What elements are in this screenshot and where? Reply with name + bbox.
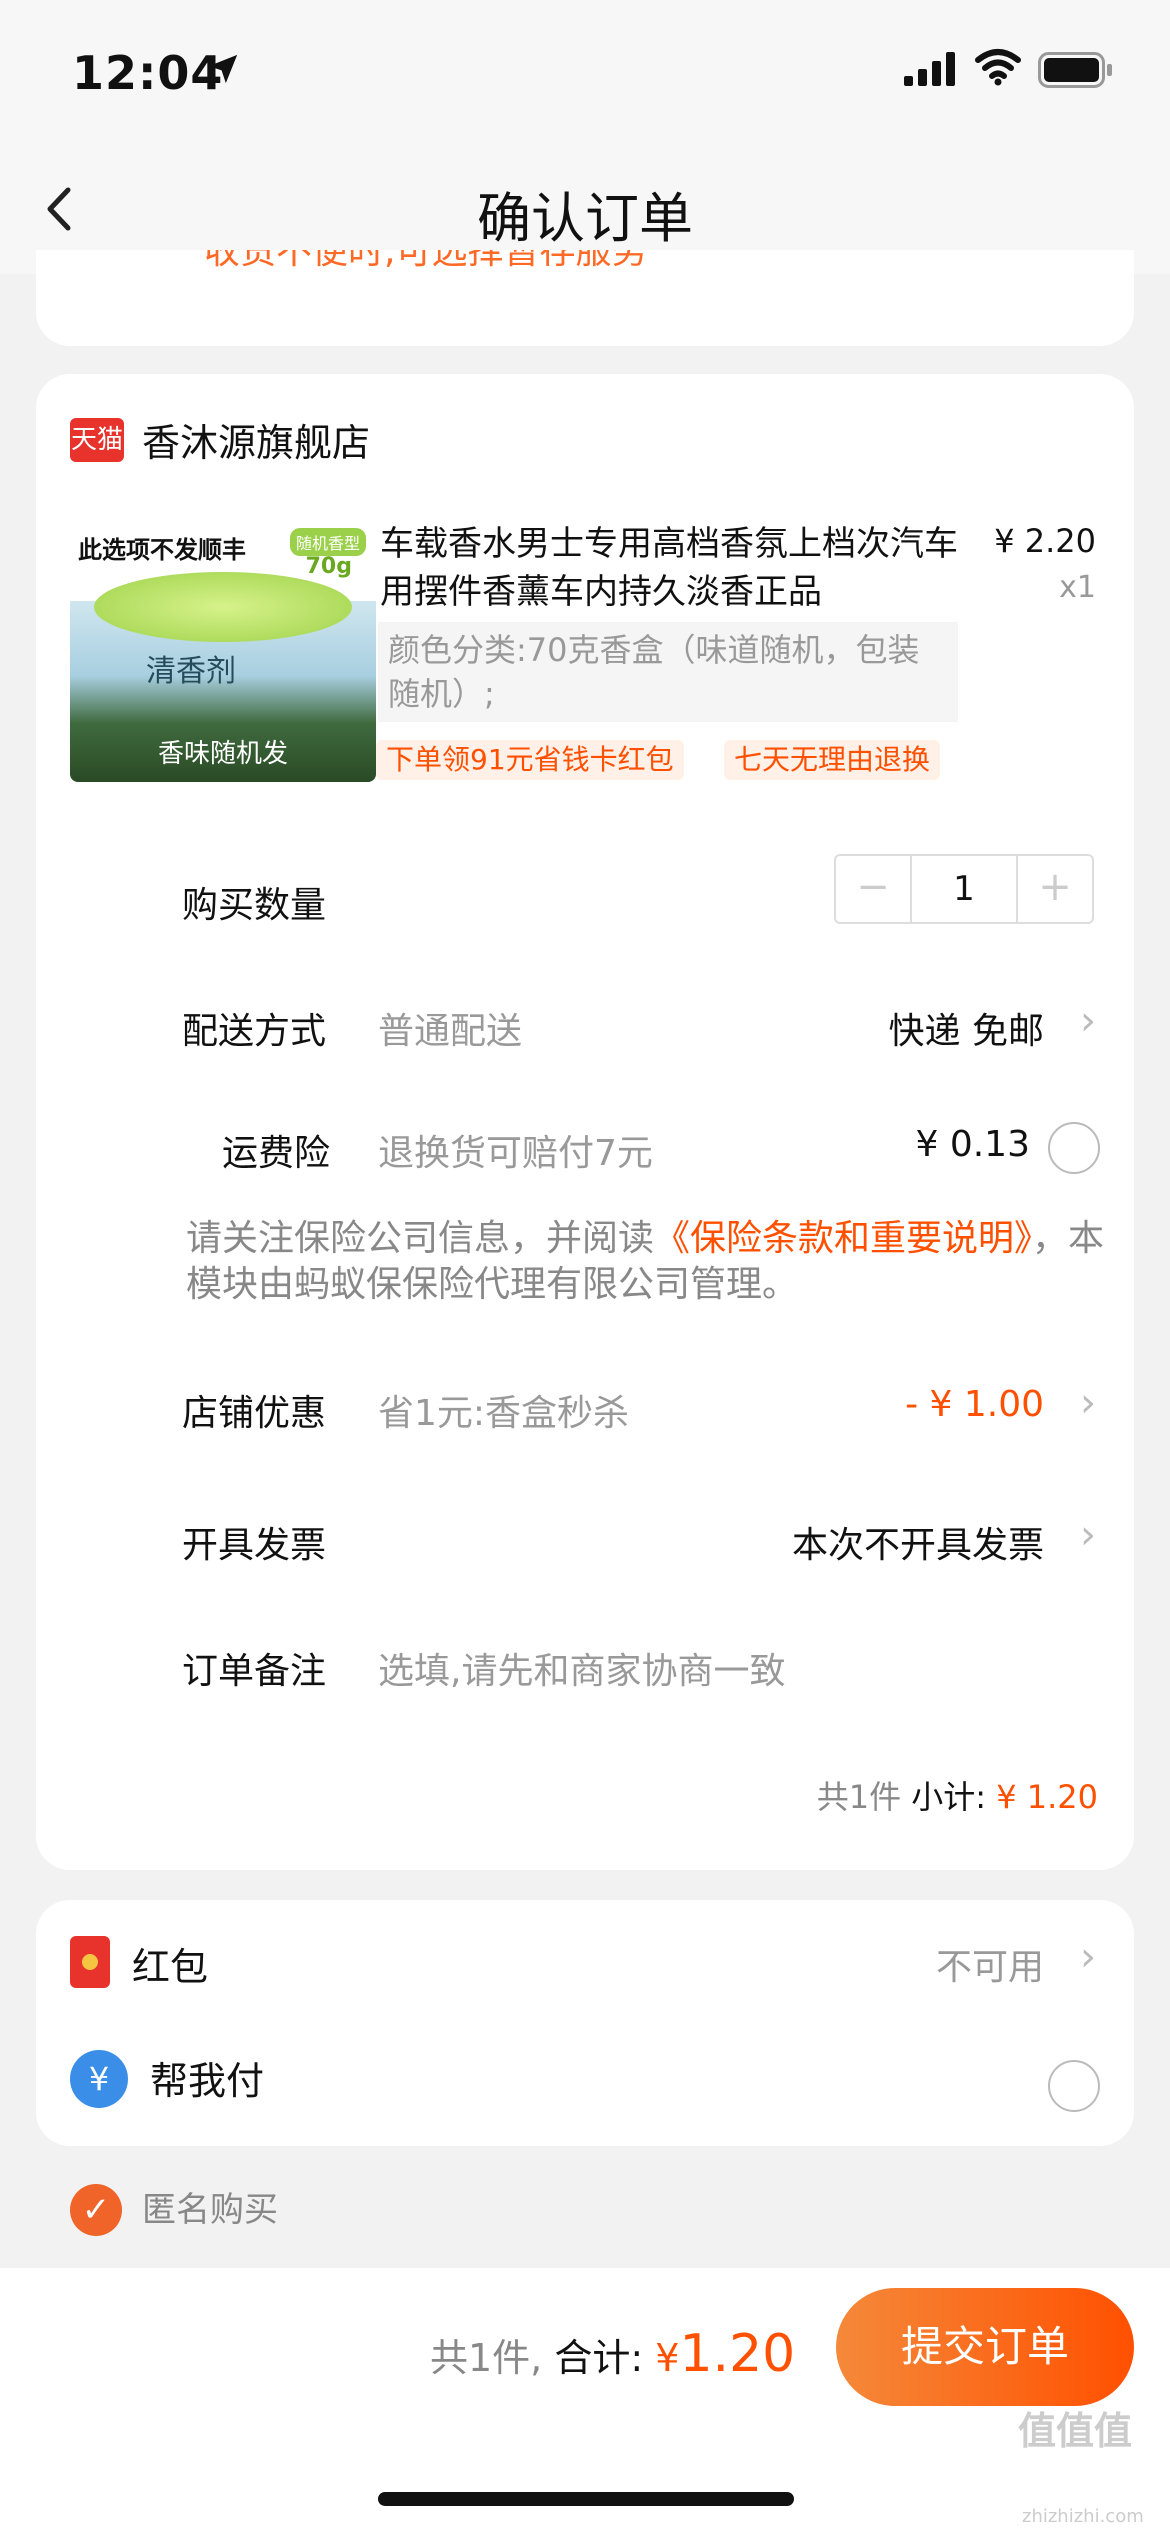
status-time: 12:04: [72, 46, 224, 100]
product-quantity: x1: [1059, 570, 1096, 605]
delivery-value[interactable]: 快递 免邮: [889, 1002, 1044, 1054]
decrease-button[interactable]: −: [836, 856, 912, 922]
total-label: 合计:: [554, 2336, 644, 2380]
chevron-right-icon[interactable]: ›: [1080, 1934, 1096, 1980]
invoice-value[interactable]: 本次不开具发票: [792, 1516, 1044, 1568]
total: 共1件, 合计: ¥1.20: [430, 2324, 795, 2384]
subtotal-label: 小计:: [911, 1778, 987, 1816]
insurance-sub: 退换货可赔付7元: [378, 1133, 653, 1174]
product-image-badge: 随机香型: [289, 528, 366, 556]
chevron-right-icon[interactable]: ›: [1080, 1380, 1096, 1426]
cellular-signal-icon: [904, 52, 955, 86]
page-title: 确认订单: [477, 187, 693, 250]
total-currency: ¥: [655, 2336, 680, 2380]
helpme-radio[interactable]: [1048, 2060, 1100, 2112]
subtotal: 共1件 小计: ¥ 1.20: [817, 1772, 1098, 1818]
insurance-radio[interactable]: [1048, 1122, 1100, 1174]
status-bar: 12:04: [0, 0, 1170, 140]
watermark-logo: 值值值: [1018, 2409, 1133, 2453]
discount-label: 店铺优惠: [182, 1393, 327, 1434]
delivery-sub: 普通配送: [378, 1011, 523, 1052]
checkout-bar: 共1件, 合计: ¥1.20 提交订单: [0, 2268, 1170, 2532]
total-count: 共1件,: [430, 2336, 543, 2380]
watermark-url: zhizhizhi.com: [1022, 2506, 1144, 2527]
insurance-price: ¥ 0.13: [915, 1124, 1030, 1165]
insurance-label: 运费险: [222, 1133, 331, 1174]
promo-tag: 下单领91元省钱卡红包: [376, 740, 684, 780]
increase-button[interactable]: +: [1016, 856, 1092, 922]
anonymous-label: 匿名购买: [142, 2190, 278, 2230]
home-indicator[interactable]: [378, 2492, 794, 2506]
insurance-terms-link[interactable]: 《保险条款和重要说明》: [654, 1218, 1032, 1259]
product-image-weight: 70g: [305, 554, 352, 579]
invoice-label: 开具发票: [182, 1525, 327, 1566]
remark-input[interactable]: 选填,请先和商家协商一致: [378, 1642, 785, 1694]
hongbao-label: 红包: [132, 1945, 209, 1989]
chevron-right-icon[interactable]: ›: [1080, 1512, 1096, 1558]
battery-icon: [1038, 52, 1112, 88]
location-arrow-icon: [208, 54, 238, 84]
address-card[interactable]: 收货不便时,可选择暂存服务: [36, 250, 1134, 346]
product-image-text: 此选项不发顺丰: [78, 536, 246, 564]
discount-sub: 省1元:香盒秒杀: [378, 1393, 630, 1434]
helpme-label: 帮我付: [150, 2059, 265, 2103]
quantity-value[interactable]: 1: [912, 856, 1016, 922]
quantity-label: 购买数量: [182, 885, 327, 926]
order-card: 天猫 香沐源旗舰店 此选项不发顺丰 随机香型 70g 清香剂 香味随机发 车载香…: [36, 374, 1134, 1870]
red-envelope-icon: [70, 1936, 110, 1988]
product-lid-graphic: [94, 572, 352, 642]
payment-options-card: 红包 不可用 › ¥ 帮我付: [36, 1900, 1134, 2146]
product-image-caption: 香味随机发: [157, 739, 288, 769]
storage-service-hint: 收货不便时,可选择暂存服务: [204, 250, 648, 272]
wifi-icon: [975, 49, 1021, 86]
product-title[interactable]: 车载香水男士专用高档香氛上档次汽车用摆件香薰车内持久淡香正品: [380, 520, 980, 616]
tmall-logo-icon: 天猫: [70, 418, 124, 462]
insurance-note: 请关注保险公司信息，并阅读《保险条款和重要说明》，本模块由蚂蚁保保险代理有限公司…: [186, 1216, 1106, 1308]
total-amount: 1.20: [679, 2324, 796, 2384]
subtotal-count: 共1件: [816, 1778, 902, 1816]
pay-for-me-icon: ¥: [70, 2050, 128, 2108]
quantity-stepper: − 1 +: [834, 854, 1094, 924]
return-policy-tag: 七天无理由退换: [724, 740, 941, 780]
anonymous-checkbox[interactable]: ✓: [70, 2184, 122, 2236]
product-image-label: 清香剂: [146, 654, 236, 689]
discount-value[interactable]: - ¥ 1.00: [905, 1384, 1044, 1425]
submit-order-button[interactable]: 提交订单: [836, 2288, 1134, 2406]
delivery-label: 配送方式: [182, 1011, 327, 1052]
product-image[interactable]: 此选项不发顺丰 随机香型 70g 清香剂 香味随机发: [70, 516, 376, 782]
insurance-note-text: 请关注保险公司信息，并阅读: [186, 1218, 655, 1259]
chevron-right-icon[interactable]: ›: [1080, 998, 1096, 1044]
subtotal-value: ¥ 1.20: [996, 1778, 1098, 1816]
product-price: ¥ 2.20: [994, 522, 1096, 560]
shop-name[interactable]: 香沐源旗舰店: [142, 412, 370, 467]
product-sku[interactable]: 颜色分类:70克香盒（味道随机，包装随机）;: [378, 622, 958, 722]
hongbao-status[interactable]: 不可用: [936, 1938, 1044, 1990]
remark-label: 订单备注: [182, 1651, 327, 1692]
